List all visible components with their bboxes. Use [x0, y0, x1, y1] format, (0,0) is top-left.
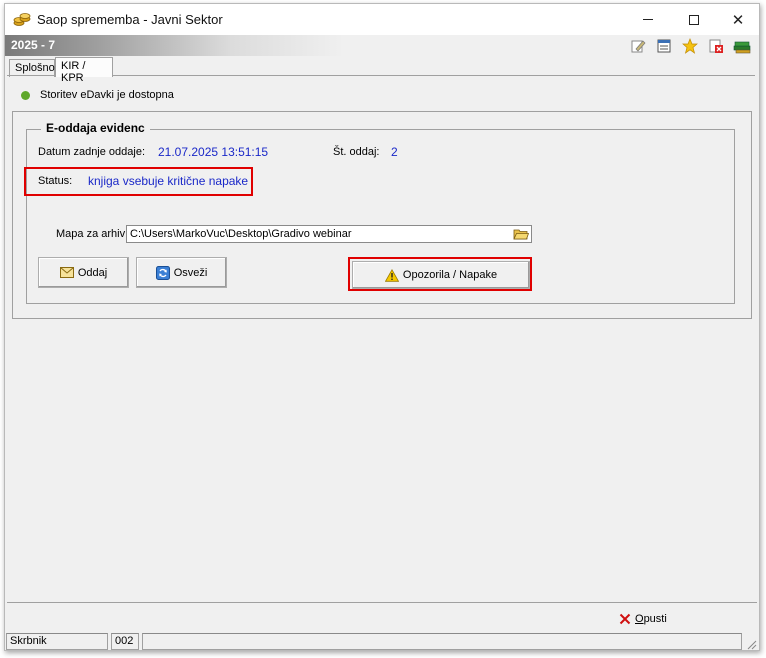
opozorila-button-label: Opozorila / Napake	[402, 269, 498, 281]
opozorila-napake-button[interactable]: Opozorila / Napake	[352, 261, 530, 289]
minimize-button[interactable]	[625, 4, 671, 35]
main-window: Saop sprememba - Javni Sektor ✕ 2025 - 7	[4, 3, 760, 651]
service-status: Storitev eDavki je dostopna	[21, 89, 174, 101]
eoddaja-groupbox: E-oddaja evidenc Datum zadnje oddaje: 21…	[24, 121, 735, 304]
resize-grip-icon[interactable]	[745, 638, 757, 650]
opusti-label-rest: pusti	[643, 613, 667, 625]
oddaj-button[interactable]: Oddaj	[38, 257, 129, 288]
tab-kir-kpr[interactable]: KIR / KPR	[55, 57, 113, 84]
refresh-icon	[155, 265, 170, 280]
status-value: knjiga vsebuje kritične napake	[88, 174, 249, 188]
browse-folder-button[interactable]	[512, 226, 530, 242]
archive-path-input[interactable]	[126, 225, 532, 243]
toolbar-icons	[629, 37, 751, 54]
status-user: Skrbnik	[6, 633, 108, 650]
star-icon[interactable]	[681, 37, 699, 54]
tab-strip: Splošno KIR / KPR	[5, 57, 759, 84]
warning-icon	[384, 268, 399, 282]
osvezi-button[interactable]: Osveži	[136, 257, 227, 288]
status-bar: Skrbnik 002	[5, 632, 759, 650]
coins-app-icon	[13, 11, 31, 27]
envelope-icon	[59, 267, 74, 278]
status-code: 002	[111, 633, 139, 650]
close-icon: ✕	[731, 11, 745, 29]
status-extra	[142, 633, 742, 650]
kir-kpr-panel: Storitev eDavki je dostopna E-oddaja evi…	[7, 75, 755, 613]
last-date-label: Datum zadnje oddaje:	[38, 146, 146, 158]
open-folder-icon	[513, 229, 529, 240]
count-label: Št. oddaj:	[333, 146, 380, 158]
close-button[interactable]: ✕	[715, 4, 759, 35]
count-value: 2	[391, 145, 398, 159]
groupbox-title: E-oddaja evidenc	[41, 121, 150, 135]
minimize-icon	[643, 19, 653, 20]
books-icon[interactable]	[733, 37, 751, 54]
opusti-label-mnemonic: O	[635, 613, 644, 625]
status-dot-icon	[21, 90, 30, 100]
maximize-icon	[689, 14, 699, 25]
maximize-button[interactable]	[671, 4, 717, 35]
last-date-value: 21.07.2025 13:51:15	[158, 145, 269, 159]
eoddaja-panel: E-oddaja evidenc Datum zadnje oddaje: 21…	[12, 111, 752, 319]
title-bar: Saop sprememba - Javni Sektor ✕	[5, 4, 759, 35]
footer-separator	[7, 602, 757, 603]
service-status-text: Storitev eDavki je dostopna	[40, 89, 174, 101]
cancel-x-icon	[619, 613, 631, 625]
period-header: 2025 - 7	[5, 35, 759, 56]
window-title: Saop sprememba - Javni Sektor	[37, 12, 223, 27]
osvezi-button-label: Osveži	[173, 266, 208, 279]
opusti-button[interactable]: Opusti	[619, 610, 667, 628]
status-label: Status:	[38, 175, 73, 187]
edit-icon[interactable]	[629, 37, 647, 54]
archive-label: Mapa za arhiv	[56, 228, 126, 240]
list-icon[interactable]	[655, 37, 673, 54]
delete-icon[interactable]	[707, 37, 725, 54]
oddaj-button-label: Oddaj	[77, 266, 108, 279]
period-label: 2025 - 7	[11, 38, 56, 52]
